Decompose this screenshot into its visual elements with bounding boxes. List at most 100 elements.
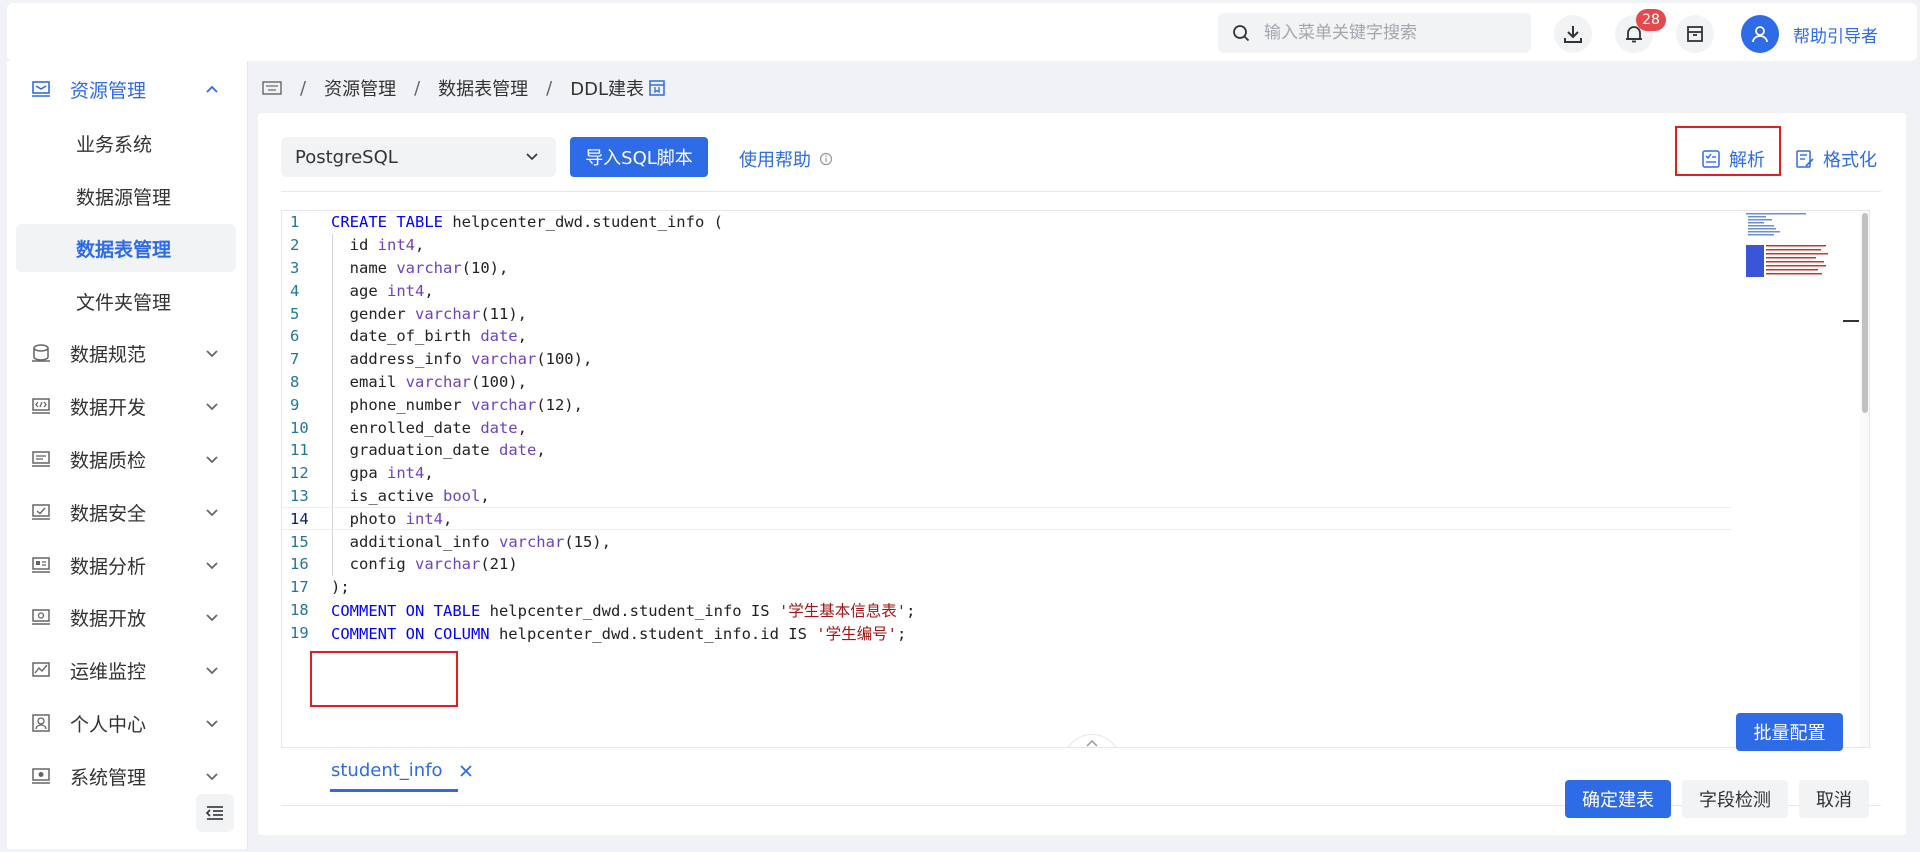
line-number: 14 — [290, 509, 309, 528]
username[interactable]: 帮助引导者 — [1793, 22, 1878, 47]
code-line: 16 config varchar(21) — [282, 552, 1732, 576]
sidebar-item-data-standard[interactable]: 数据规范 — [7, 329, 247, 377]
chevron-down-icon — [203, 608, 221, 626]
sidebar-subitem-business-system[interactable]: 业务系统 — [16, 119, 236, 167]
archive-button[interactable] — [1676, 15, 1714, 53]
sql-string: '学生基本信息表' — [778, 601, 907, 620]
search-icon — [1233, 25, 1250, 42]
sidebar-item-label: 数据质检 — [70, 449, 147, 472]
sql-text: , — [536, 441, 546, 460]
column-name: age — [331, 281, 387, 300]
sql-text: (100), — [536, 350, 593, 369]
editor-scrollbar[interactable] — [1860, 211, 1869, 747]
line-number: 19 — [290, 623, 309, 642]
highlight-box — [310, 651, 458, 707]
sidebar-item-data-dev[interactable]: 数据开发 — [7, 382, 247, 430]
sidebar-subitem-folder[interactable]: 文件夹管理 — [16, 277, 236, 325]
sql-text: , — [424, 281, 434, 300]
column-type: varchar — [470, 350, 537, 369]
avatar[interactable] — [1741, 15, 1779, 53]
sql-text: (12), — [536, 395, 583, 414]
sidebar-subitem-datasource[interactable]: 数据源管理 — [16, 172, 236, 220]
divider — [281, 191, 1881, 192]
sidebar-collapse-button[interactable] — [196, 794, 234, 832]
chevron-down-icon — [526, 153, 538, 161]
close-icon[interactable] — [459, 764, 473, 778]
sidebar-item-system-management[interactable]: 系统管理 — [7, 752, 247, 800]
breadcrumb-separator: / — [414, 77, 421, 99]
download-button[interactable] — [1554, 15, 1592, 53]
code-lines: 1 CREATE TABLE helpcenter_dwd.student_inf… — [282, 211, 1732, 644]
field-check-button[interactable]: 字段检测 — [1682, 780, 1788, 818]
editor-collapse-toggle[interactable] — [1063, 734, 1121, 747]
column-type: int4 — [405, 509, 443, 528]
sql-text: (11), — [480, 304, 527, 323]
import-sql-button[interactable]: 导入SQL脚本 — [570, 137, 708, 177]
collapse-menu-icon — [206, 806, 223, 820]
batch-config-button[interactable]: 批量配置 — [1736, 713, 1843, 751]
sidebar-item-data-analysis[interactable]: 数据分析 — [7, 541, 247, 589]
column-name: gender — [331, 304, 415, 323]
code-line: 11 graduation_date date, — [282, 438, 1732, 462]
sidebar-item-resource-management[interactable]: 资源管理 — [7, 65, 247, 113]
sql-text: (21) — [480, 555, 518, 574]
code-line: 7 address_info varchar(100), — [282, 347, 1732, 371]
cancel-button[interactable]: 取消 — [1799, 780, 1869, 818]
menu-search[interactable] — [1218, 13, 1531, 53]
format-button[interactable]: 格式化 — [1795, 146, 1877, 172]
sql-text: helpcenter_dwd.student_info.id IS — [489, 624, 817, 643]
sidebar: 资源管理 业务系统 数据源管理 数据表管理 文件夹管理 数据规范 数据开发 数据… — [7, 61, 248, 849]
sidebar-item-data-open[interactable]: 数据开放 — [7, 593, 247, 641]
bookmark-icon[interactable] — [648, 79, 666, 97]
help-label: 使用帮助 — [739, 150, 811, 171]
sql-text: (100), — [470, 372, 527, 391]
chevron-down-icon — [203, 767, 221, 785]
code-line: 6 date_of_birth date, — [282, 324, 1732, 348]
sidebar-item-personal-center[interactable]: 个人中心 — [7, 699, 247, 747]
sidebar-item-data-security[interactable]: 数据安全 — [7, 488, 247, 536]
breadcrumb-separator: / — [546, 77, 553, 99]
line-number: 3 — [290, 258, 300, 277]
chevron-down-icon — [203, 503, 221, 521]
column-name: id — [331, 236, 378, 255]
sidebar-item-ops-monitor[interactable]: 运维监控 — [7, 646, 247, 694]
confirm-create-button[interactable]: 确定建表 — [1565, 780, 1671, 818]
chevron-down-icon — [203, 714, 221, 732]
code-line: 3 name varchar(10), — [282, 256, 1732, 280]
breadcrumb-item[interactable]: 数据表管理 — [438, 75, 528, 101]
resource-icon — [29, 77, 53, 101]
db-type-select[interactable]: PostgreSQL — [281, 137, 556, 177]
sql-text: , — [415, 236, 425, 255]
sidebar-item-label: 系统管理 — [70, 766, 147, 789]
column-type: varchar — [470, 395, 537, 414]
sql-code-editor[interactable]: 1 CREATE TABLE helpcenter_dwd.student_inf… — [281, 210, 1870, 748]
column-type: varchar — [396, 258, 462, 277]
sql-keyword: CREATE TABLE — [331, 213, 443, 232]
line-number: 5 — [290, 304, 300, 323]
column-type: int4 — [387, 281, 425, 300]
format-icon — [1796, 150, 1814, 168]
line-number: 16 — [290, 555, 309, 574]
breadcrumb-item[interactable]: 资源管理 — [324, 75, 396, 101]
sidebar-item-data-quality[interactable]: 数据质检 — [7, 435, 247, 483]
line-number: 10 — [290, 418, 309, 437]
line-number: 2 — [290, 236, 300, 255]
column-name: graduation_date — [331, 441, 499, 460]
top-header: 28 帮助引导者 — [7, 3, 1917, 61]
code-minimap[interactable] — [1744, 211, 1864, 291]
line-number: 7 — [290, 350, 300, 369]
column-name: enrolled_date — [331, 418, 481, 437]
help-link[interactable]: 使用帮助 — [739, 146, 833, 172]
analysis-icon — [29, 553, 53, 577]
security-icon — [29, 500, 53, 524]
scrollbar-thumb[interactable] — [1862, 213, 1868, 413]
sql-text: , — [442, 509, 453, 528]
column-name: photo — [331, 509, 406, 528]
line-number: 17 — [290, 578, 309, 597]
column-name: additional_info — [331, 532, 499, 551]
sql-string: '学生编号' — [816, 624, 897, 643]
code-line: 17); — [282, 576, 1732, 599]
search-input[interactable] — [1264, 23, 1524, 43]
sidebar-subitem-datatable[interactable]: 数据表管理 — [16, 224, 236, 272]
tab-student-info[interactable]: student_info — [331, 760, 473, 781]
